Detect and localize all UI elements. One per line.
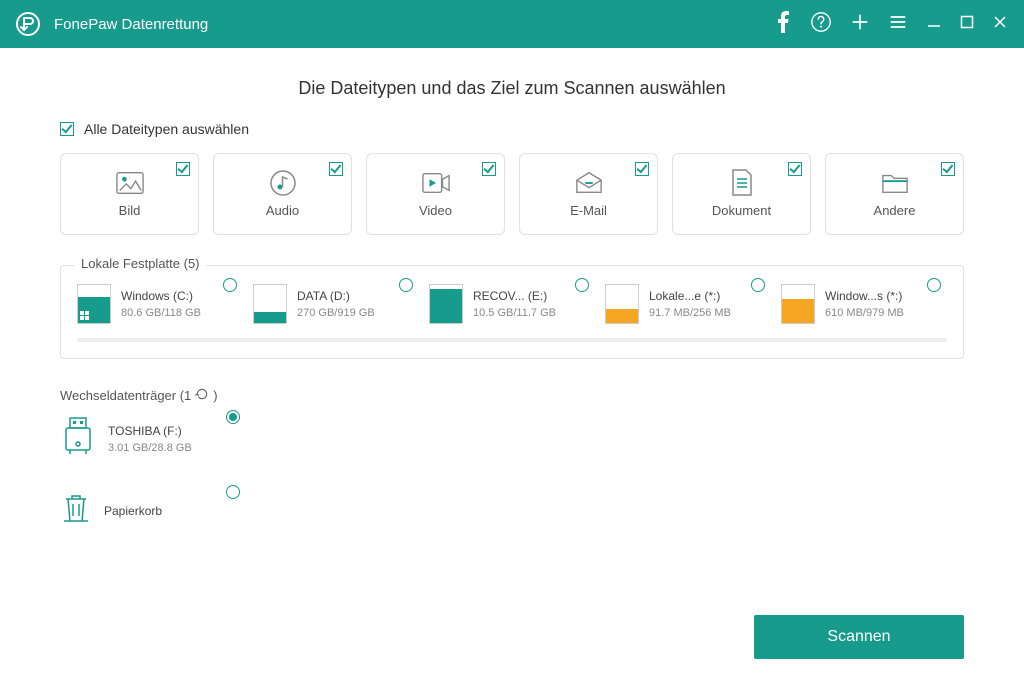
- filetype-label: Audio: [266, 203, 299, 218]
- drive-radio[interactable]: [575, 278, 589, 292]
- disk-usage-icon: [77, 284, 111, 324]
- facebook-icon[interactable]: [774, 11, 792, 38]
- filetype-checkbox[interactable]: [329, 162, 343, 176]
- app-title: FonePaw Datenrettung: [54, 16, 774, 33]
- app-logo-icon: [16, 12, 40, 36]
- window-controls: [774, 11, 1008, 38]
- drive-name: Window...s (*:): [825, 289, 904, 303]
- filetype-card-video[interactable]: Video: [366, 153, 505, 235]
- page-title: Die Dateitypen und das Ziel zum Scannen …: [60, 78, 964, 99]
- drive-item[interactable]: Window...s (*:) 610 MB/979 MB: [781, 284, 947, 324]
- trash-icon: [60, 491, 92, 530]
- disk-usage-icon: [253, 284, 287, 324]
- recycle-label: Papierkorb: [104, 504, 162, 518]
- drive-info: DATA (D:) 270 GB/919 GB: [297, 289, 375, 319]
- drive-name: Windows (C:): [121, 289, 201, 303]
- content: Die Dateitypen und das Ziel zum Scannen …: [0, 48, 1024, 679]
- filetype-card-audio[interactable]: Audio: [213, 153, 352, 235]
- local-disk-section: Lokale Festplatte (5) Windows (C:) 80.6 …: [60, 265, 964, 359]
- image-icon: [116, 171, 144, 195]
- drive-radio[interactable]: [223, 278, 237, 292]
- maximize-icon[interactable]: [960, 15, 974, 34]
- select-all-checkbox[interactable]: [60, 122, 74, 136]
- drive-radio[interactable]: [399, 278, 413, 292]
- close-icon[interactable]: [992, 14, 1008, 35]
- drive-name: RECOV... (E:): [473, 289, 556, 303]
- drive-info: Windows (C:) 80.6 GB/118 GB: [121, 289, 201, 319]
- filetype-label: Bild: [119, 203, 141, 218]
- removable-info: TOSHIBA (F:) 3.01 GB/28.8 GB: [108, 424, 192, 454]
- drive-size: 10.5 GB/11.7 GB: [473, 307, 556, 319]
- recycle-radio[interactable]: [226, 485, 240, 499]
- filetype-label: Dokument: [712, 203, 771, 218]
- filetype-card-image[interactable]: Bild: [60, 153, 199, 235]
- removable-drive[interactable]: TOSHIBA (F:) 3.01 GB/28.8 GB: [60, 416, 240, 461]
- filetype-grid: Bild Audio Video E-M: [60, 153, 964, 235]
- disk-usage-icon: [605, 284, 639, 324]
- help-icon[interactable]: [810, 11, 832, 38]
- filetype-card-other[interactable]: Andere: [825, 153, 964, 235]
- drive-name: DATA (D:): [297, 289, 375, 303]
- drive-size: 91.7 MB/256 MB: [649, 307, 731, 319]
- usb-icon: [60, 416, 96, 461]
- removable-name: TOSHIBA (F:): [108, 424, 192, 438]
- filetype-checkbox[interactable]: [482, 162, 496, 176]
- titlebar: FonePaw Datenrettung: [0, 0, 1024, 48]
- drive-size: 270 GB/919 GB: [297, 307, 375, 319]
- add-icon[interactable]: [850, 12, 870, 37]
- select-all-label: Alle Dateitypen auswählen: [84, 121, 249, 137]
- drive-radio[interactable]: [751, 278, 765, 292]
- filetype-label: Andere: [874, 203, 916, 218]
- drive-item[interactable]: Windows (C:) 80.6 GB/118 GB: [77, 284, 243, 324]
- drive-name: Lokale...e (*:): [649, 289, 731, 303]
- filetype-checkbox[interactable]: [635, 162, 649, 176]
- filetype-label: E-Mail: [570, 203, 607, 218]
- document-icon: [728, 171, 756, 195]
- app-window: FonePaw Datenrettung Die Dateitypen und …: [0, 0, 1024, 679]
- drive-info: Lokale...e (*:) 91.7 MB/256 MB: [649, 289, 731, 319]
- removable-size: 3.01 GB/28.8 GB: [108, 442, 192, 454]
- disk-usage-icon: [429, 284, 463, 324]
- drives-row: Windows (C:) 80.6 GB/118 GB DATA (D:) 27…: [77, 284, 947, 324]
- audio-icon: [269, 171, 297, 195]
- filetype-checkbox[interactable]: [788, 162, 802, 176]
- folder-icon: [881, 171, 909, 195]
- refresh-icon[interactable]: [195, 387, 209, 404]
- scrollbar[interactable]: [77, 338, 947, 342]
- removable-section: Wechseldatenträger (1 ) TOSHIBA (F:) 3.0…: [60, 387, 964, 530]
- drive-size: 610 MB/979 MB: [825, 307, 904, 319]
- scan-button[interactable]: Scannen: [754, 615, 964, 659]
- filetype-card-document[interactable]: Dokument: [672, 153, 811, 235]
- drive-info: Window...s (*:) 610 MB/979 MB: [825, 289, 904, 319]
- drive-info: RECOV... (E:) 10.5 GB/11.7 GB: [473, 289, 556, 319]
- drive-item[interactable]: Lokale...e (*:) 91.7 MB/256 MB: [605, 284, 771, 324]
- email-icon: [575, 171, 603, 195]
- recycle-bin[interactable]: Papierkorb: [60, 491, 240, 530]
- drive-item[interactable]: DATA (D:) 270 GB/919 GB: [253, 284, 419, 324]
- minimize-icon[interactable]: [926, 14, 942, 35]
- filetype-label: Video: [419, 203, 452, 218]
- local-disk-legend: Lokale Festplatte (5): [75, 256, 206, 271]
- drive-item[interactable]: RECOV... (E:) 10.5 GB/11.7 GB: [429, 284, 595, 324]
- filetype-checkbox[interactable]: [941, 162, 955, 176]
- filetype-checkbox[interactable]: [176, 162, 190, 176]
- drive-radio[interactable]: [927, 278, 941, 292]
- removable-title: Wechseldatenträger (1 ): [60, 387, 964, 404]
- menu-icon[interactable]: [888, 12, 908, 37]
- select-all-row[interactable]: Alle Dateitypen auswählen: [60, 121, 964, 137]
- disk-usage-icon: [781, 284, 815, 324]
- removable-radio[interactable]: [226, 410, 240, 424]
- drive-size: 80.6 GB/118 GB: [121, 307, 201, 319]
- video-icon: [422, 171, 450, 195]
- filetype-card-email[interactable]: E-Mail: [519, 153, 658, 235]
